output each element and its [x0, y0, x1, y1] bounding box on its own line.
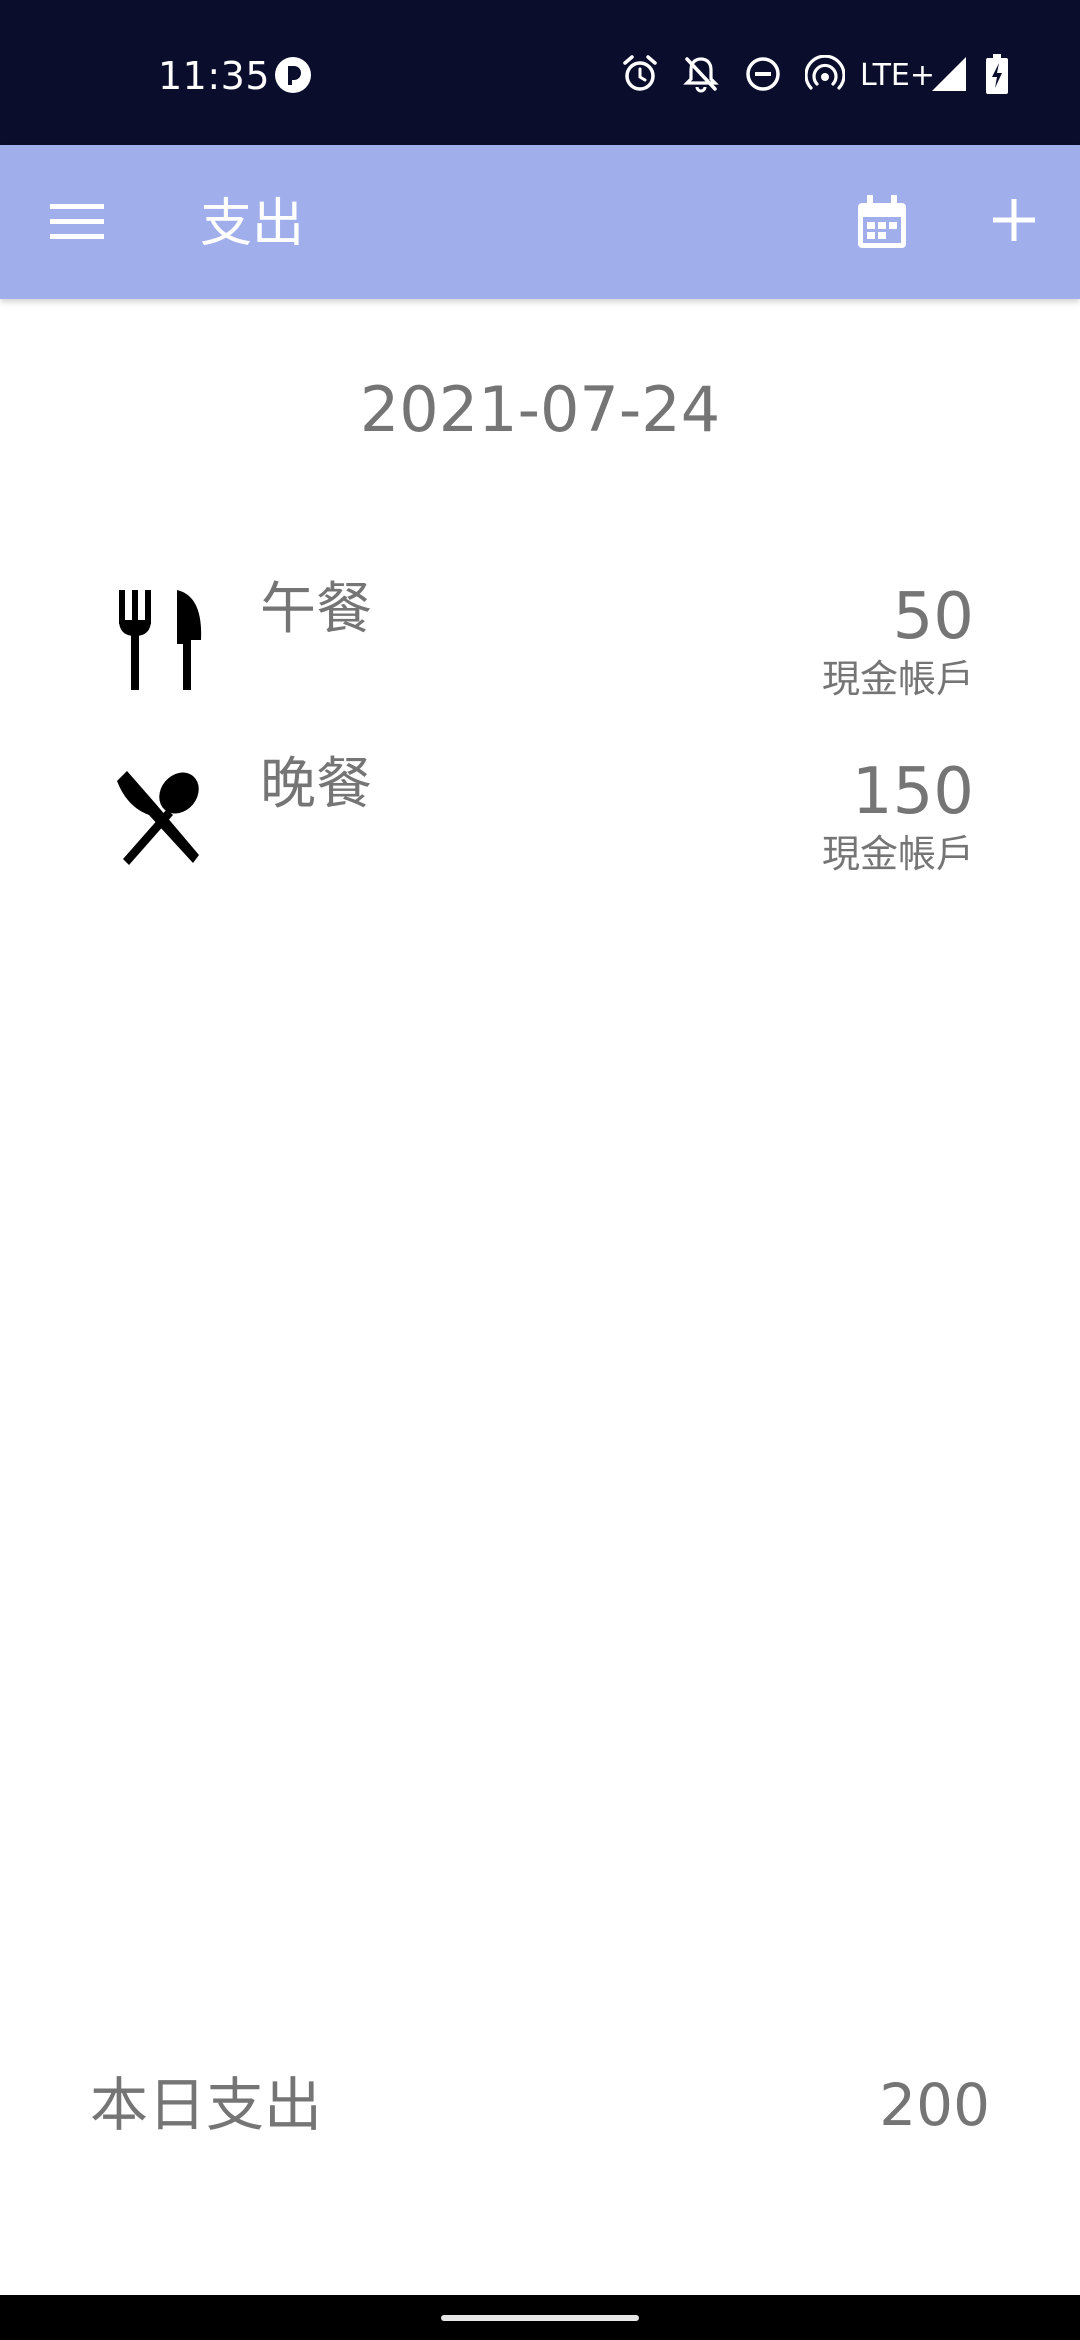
status-time: 11:35 [158, 54, 271, 98]
app-notification-icon [275, 57, 311, 93]
alarm-icon [623, 55, 657, 91]
home-handle[interactable] [441, 2315, 639, 2321]
list-item[interactable]: 午餐 50 現金帳戶 [0, 570, 1080, 740]
signal-icon [932, 57, 966, 91]
dining-icon [117, 771, 199, 865]
notifications-off-icon [683, 57, 719, 93]
restaurant-icon [119, 590, 202, 690]
entry-amount: 150 [851, 755, 974, 829]
add-icon[interactable] [993, 199, 1035, 241]
hotspot-icon [805, 55, 845, 90]
entry-amount: 50 [892, 580, 974, 654]
page-title: 支出 [200, 194, 305, 254]
entry-account: 現金帳戶 [821, 657, 974, 701]
date-label[interactable]: 2021-07-24 [0, 365, 1080, 455]
list-item[interactable]: 晚餐 150 現金帳戶 [0, 745, 1080, 915]
entry-account: 現金帳戶 [821, 832, 974, 876]
daily-total-value: 200 [879, 2071, 990, 2139]
do-not-disturb-icon [746, 57, 780, 91]
entry-name: 晚餐 [260, 752, 372, 817]
status-bar: 11:35 LTE+ [0, 0, 1080, 145]
entry-name: 午餐 [260, 577, 372, 642]
daily-total-label: 本日支出 [90, 2071, 323, 2139]
menu-icon[interactable] [50, 202, 104, 242]
battery-charging-icon [986, 54, 1008, 94]
network-type: LTE+ [860, 58, 935, 93]
app-bar: 支出 [0, 145, 1080, 299]
navigation-bar [0, 2295, 1080, 2340]
calendar-icon[interactable] [855, 195, 909, 251]
